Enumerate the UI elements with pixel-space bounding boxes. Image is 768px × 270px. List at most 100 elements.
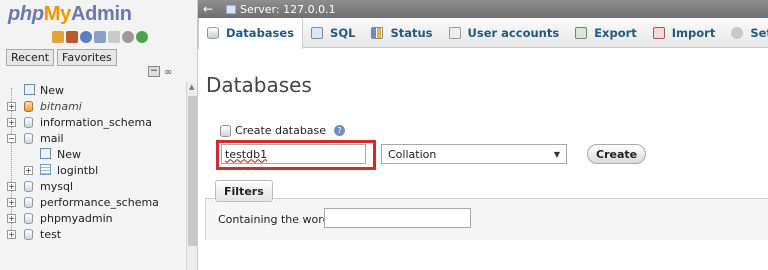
tree-item-phpmyadmin[interactable]: + phpmyadmin [0,210,186,226]
database-name-input[interactable]: testdb1 [221,144,366,164]
tree-item-performance-schema[interactable]: + performance_schema [0,194,186,210]
tab-settings[interactable]: Settings [723,18,768,48]
server-breadcrumb-bar: ← Server: 127.0.0.1 [198,0,768,18]
home-icon[interactable] [52,31,64,43]
expand-icon[interactable]: + [7,229,16,239]
tree-item-mail-new[interactable]: New [0,146,186,162]
main-tabs: Databases SQL Status User accounts Expor… [198,17,768,49]
status-icon [371,26,384,39]
tree-item-label: performance_schema [40,195,159,209]
database-icon [24,197,33,208]
reload-icon[interactable] [136,31,148,43]
navigation-panel: phpMyAdmin Recent Favorites − ∞ New + bi… [0,0,198,270]
tree-item-test[interactable]: + test [0,226,186,242]
back-arrow-icon[interactable]: ← [198,2,218,16]
tab-label: SQL [330,25,356,40]
expand-icon[interactable]: + [7,197,16,207]
expand-icon[interactable]: + [7,117,16,127]
sql-icon [311,26,324,39]
database-icon [207,27,219,39]
tree-item-label: bitnami [40,99,82,113]
tree-item-label: logintbl [57,163,99,177]
tab-export[interactable]: Export [567,18,645,48]
expand-icon[interactable]: + [24,165,33,175]
database-name-value: testdb1 [225,147,268,161]
page-title: Databases [206,73,312,97]
server-breadcrumb[interactable]: Server: 127.0.0.1 [240,3,336,16]
containing-word-label: Containing the word: [218,213,334,226]
tab-label: Export [594,25,637,40]
docs-page-icon[interactable] [108,31,120,43]
tree-item-label: mysql [40,179,73,193]
logout-icon[interactable] [66,31,78,43]
tab-status[interactable]: Status [363,18,440,48]
recent-favorites-tabs: Recent Favorites [6,49,117,66]
tab-sql[interactable]: SQL [303,18,363,48]
new-database-icon [24,84,35,95]
tab-label: Status [390,25,433,40]
logo-admin: Admin [70,3,132,25]
database-icon [24,181,33,192]
app-root: phpMyAdmin Recent Favorites − ∞ New + bi… [0,0,768,270]
database-icon [24,117,33,128]
tree-item-mysql[interactable]: + mysql [0,178,186,194]
collapse-icon[interactable]: − [7,133,16,143]
docs-icon[interactable] [94,31,106,43]
create-button[interactable]: Create [587,144,647,164]
tree-item-label: test [40,227,62,241]
database-icon [24,229,33,240]
scroll-up-icon[interactable]: ▲ [189,83,194,91]
database-icon [24,101,33,112]
create-database-label: Create database [235,124,327,137]
server-icon [226,4,236,14]
phpmyadmin-logo[interactable]: phpMyAdmin [8,3,132,26]
database-icon [24,213,33,224]
main-content: Databases Create database ? testdb1 Coll… [198,49,768,270]
expand-icon[interactable]: + [7,101,16,111]
database-tree: New + bitnami + information_schema − mai… [0,82,186,242]
tree-item-label: New [40,83,64,97]
new-table-icon [40,148,51,159]
wrench-icon [731,26,744,39]
expand-icon[interactable]: + [7,181,16,191]
help-icon[interactable]: ? [334,125,346,136]
tree-item-label: mail [40,131,64,145]
help-icon[interactable] [80,31,92,43]
tab-label: User accounts [467,25,560,40]
collation-select[interactable]: Collation ▼ [381,144,567,164]
tree-item-new[interactable]: New [0,82,186,98]
recent-tab[interactable]: Recent [6,49,55,66]
tab-databases[interactable]: Databases [198,17,304,49]
nav-icon-toolbar [52,31,148,43]
favorites-tab[interactable]: Favorites [57,49,117,66]
table-icon [40,164,51,175]
tab-user-accounts[interactable]: User accounts [441,18,568,48]
tree-item-bitnami[interactable]: + bitnami [0,98,186,114]
create-database-heading: Create database ? [220,124,346,137]
tab-import[interactable]: Import [645,18,724,48]
scrollbar-thumb[interactable] [188,96,197,246]
export-icon [575,26,588,39]
tab-label: Databases [226,26,295,40]
database-icon [220,124,231,137]
nav-scrollbar[interactable]: ▲ [186,82,197,270]
expand-icon[interactable]: + [7,213,16,223]
tree-item-information-schema[interactable]: + information_schema [0,114,186,130]
link-with-main-icon[interactable]: ∞ [164,67,172,78]
chevron-down-icon: ▼ [553,149,560,159]
import-icon [652,26,665,39]
collation-selected: Collation [388,147,437,161]
user-accounts-icon [448,26,461,39]
gear-icon[interactable] [122,31,134,43]
tree-item-label: phpmyadmin [40,211,113,225]
tree-item-label: New [57,147,81,161]
tree-item-mail[interactable]: − mail [0,130,186,146]
tab-label: Import [671,25,716,40]
containing-word-input[interactable] [324,208,471,228]
collapse-all-icon[interactable]: − [148,66,160,77]
logo-my: My [43,3,71,25]
tree-item-logintbl[interactable]: + logintbl [0,162,186,178]
database-icon [24,133,33,144]
logo-php: php [8,3,44,25]
tab-label: Settings [750,25,768,40]
